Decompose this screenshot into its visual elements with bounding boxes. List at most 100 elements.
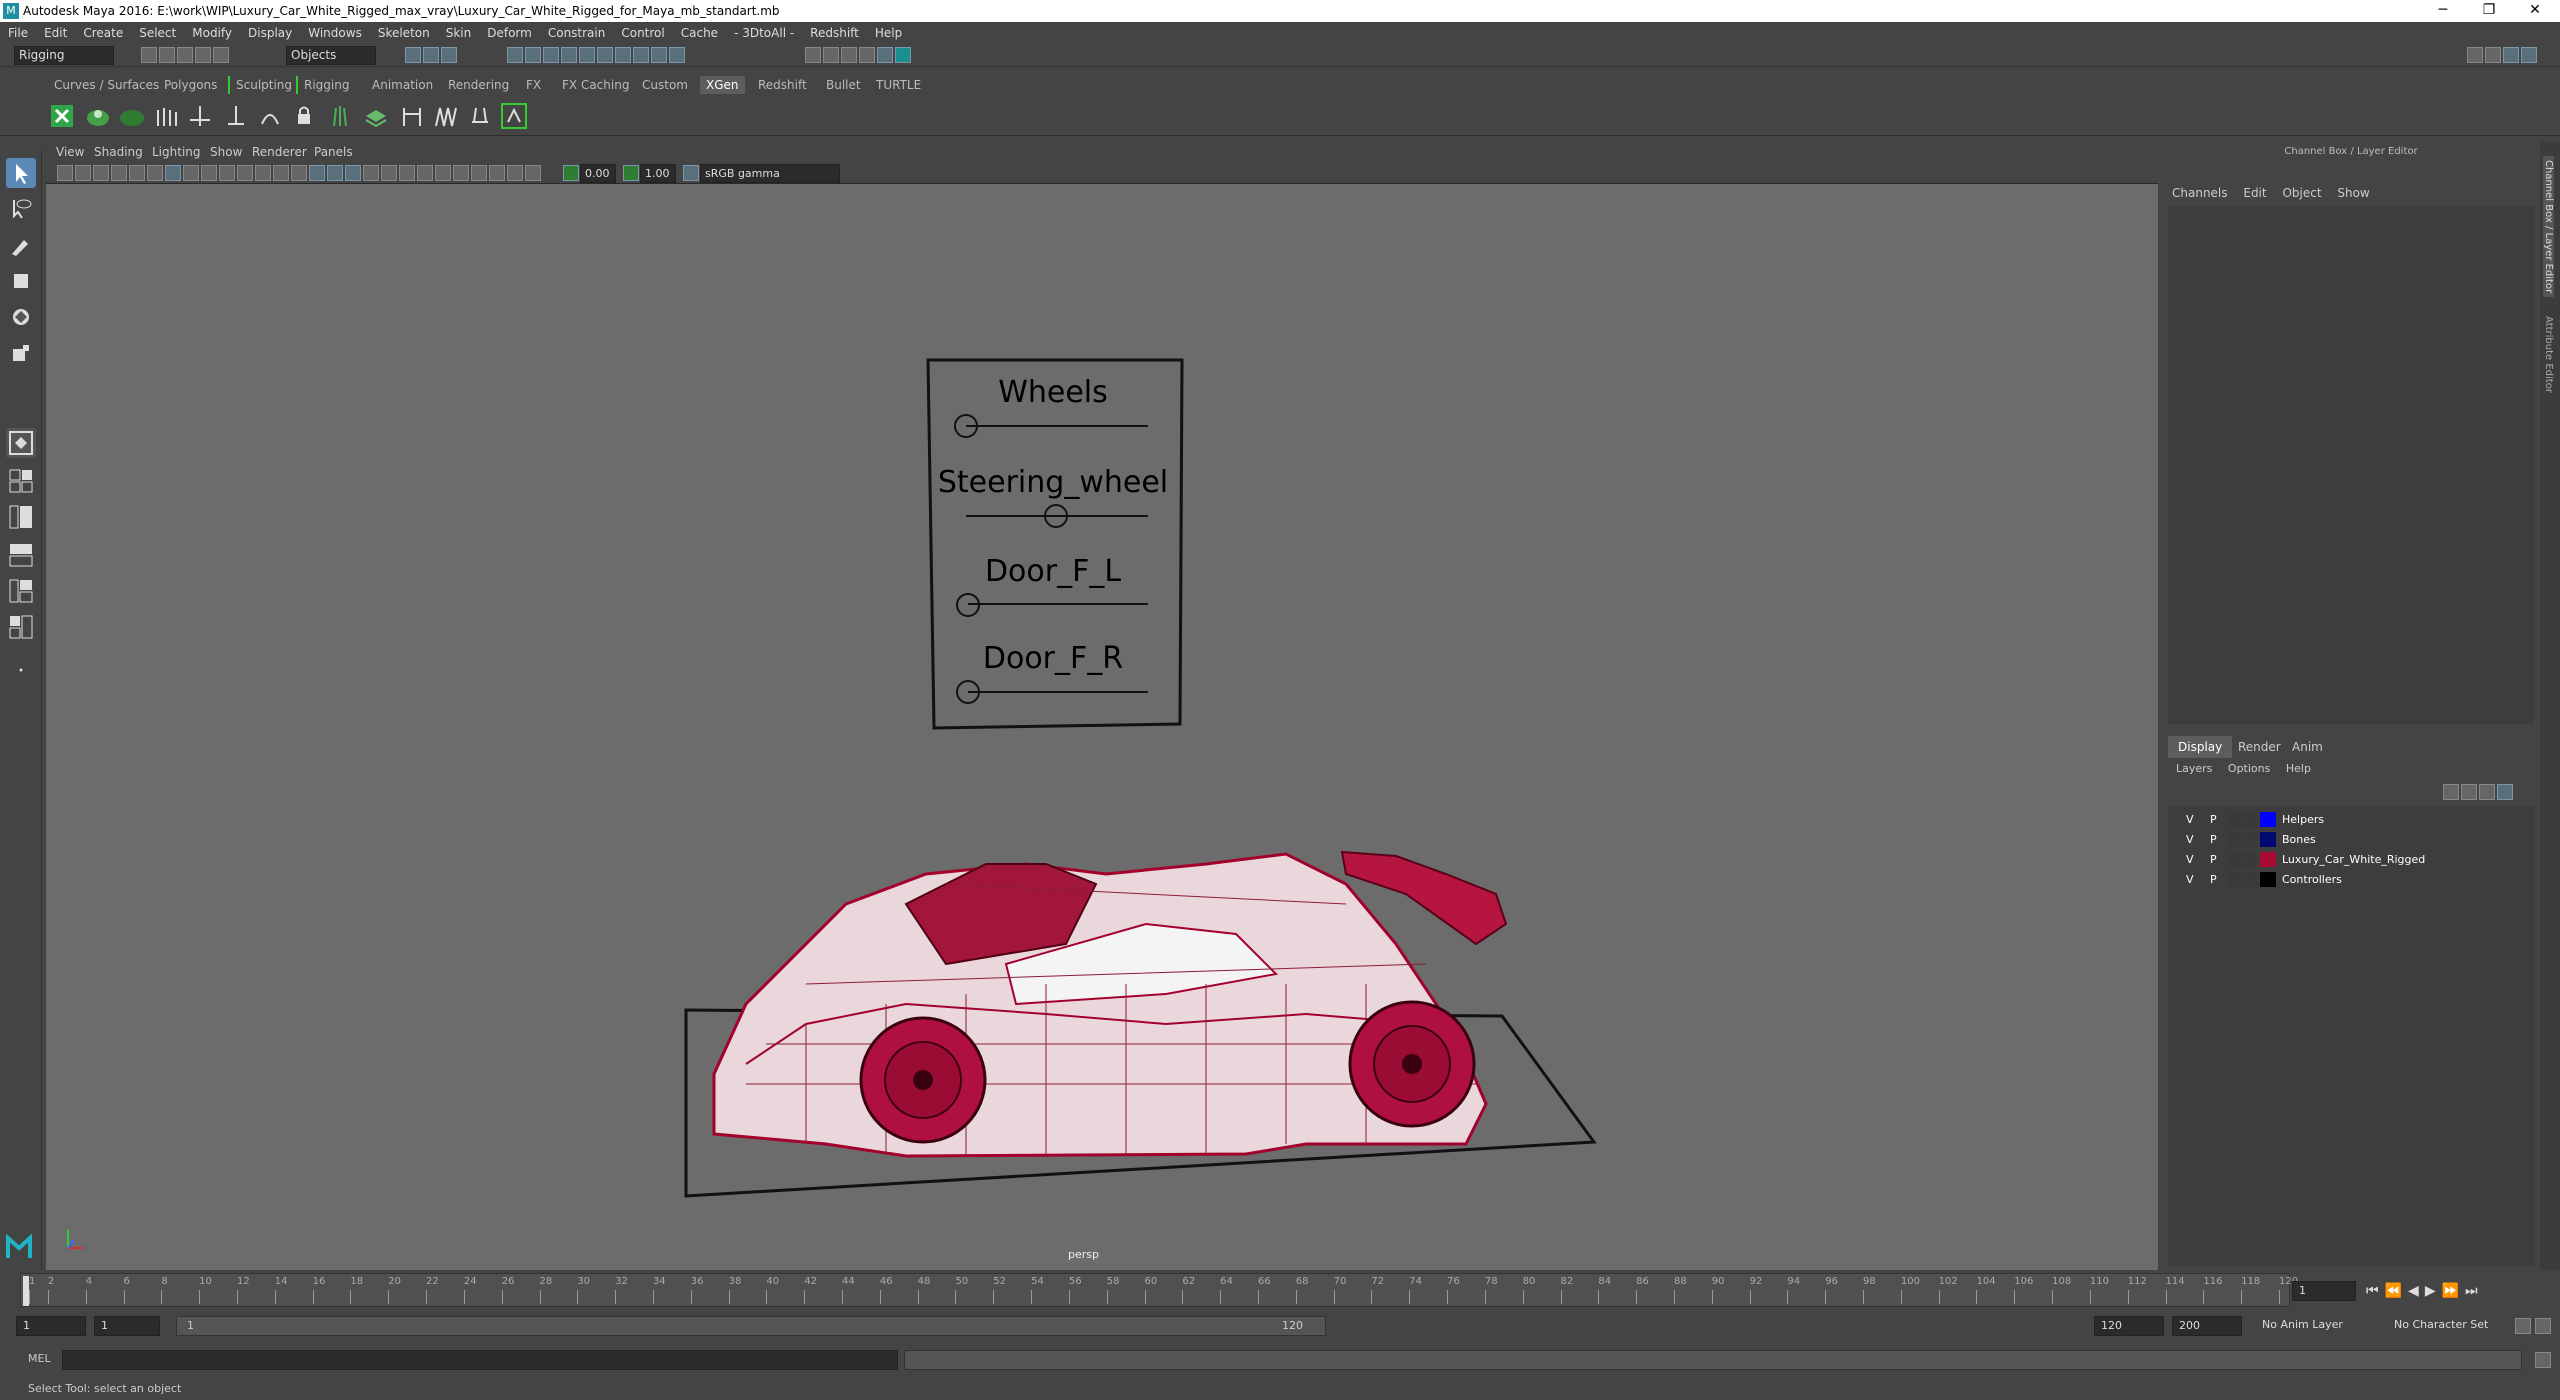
layer-extra-toggle[interactable] <box>2244 812 2258 827</box>
menu-windows[interactable]: Windows <box>300 26 370 40</box>
redshift-icon[interactable] <box>895 47 911 63</box>
script-layout-icon[interactable] <box>6 612 36 642</box>
menu-redshift[interactable]: Redshift <box>802 26 867 40</box>
layer-visibility-toggle[interactable]: V <box>2186 813 2194 826</box>
smooth-shade-icon[interactable] <box>309 165 325 181</box>
tab-fx-caching[interactable]: FX Caching <box>556 76 635 94</box>
gamma-icon[interactable] <box>623 165 639 181</box>
menu-channel-object[interactable]: Object <box>2282 186 2321 200</box>
preferences-icon[interactable] <box>2535 1318 2551 1334</box>
layer-visibility-toggle[interactable]: V <box>2186 833 2194 846</box>
snap-curve-icon[interactable] <box>525 47 541 63</box>
xgen-guide-add-icon[interactable] <box>152 102 180 130</box>
tab-redshift[interactable]: Redshift <box>752 76 813 94</box>
layer-name[interactable]: Luxury_Car_White_Rigged <box>2282 853 2425 866</box>
motion-blur-icon[interactable] <box>417 165 433 181</box>
move-layer-up-icon[interactable] <box>2443 784 2459 800</box>
select-camera-icon[interactable] <box>57 165 73 181</box>
tab-custom[interactable]: Custom <box>636 76 694 94</box>
menu-constrain[interactable]: Constrain <box>540 26 614 40</box>
step-back-key-icon[interactable]: ⏪ <box>2385 1283 2408 1299</box>
menu-channels[interactable]: Channels <box>2172 186 2228 200</box>
toggle-panel-icon[interactable] <box>2467 47 2483 63</box>
view-transform-dropdown[interactable]: sRGB gamma <box>700 164 840 183</box>
snap-plane-icon[interactable] <box>561 47 577 63</box>
film-gate-icon[interactable] <box>183 165 199 181</box>
outliner-icon[interactable] <box>2485 47 2501 63</box>
character-set-dropdown[interactable]: No Character Set <box>2388 1316 2518 1336</box>
two-d-pan-icon[interactable] <box>147 165 163 181</box>
menu-file[interactable]: File <box>0 26 36 40</box>
xgen-grooming-icon[interactable] <box>118 102 146 130</box>
undo-icon[interactable] <box>195 47 211 63</box>
step-back-frame-icon[interactable]: ◀ <box>2408 1283 2425 1299</box>
safe-action-icon[interactable] <box>255 165 271 181</box>
menu-skeleton[interactable]: Skeleton <box>370 26 438 40</box>
layer-color-swatch[interactable] <box>2260 812 2276 827</box>
hypershade-icon[interactable] <box>859 47 875 63</box>
layer-name[interactable]: Controllers <box>2282 873 2342 886</box>
mel-input[interactable] <box>62 1350 898 1370</box>
playback-start-field[interactable]: 1 <box>94 1316 160 1336</box>
layer-name[interactable]: Helpers <box>2282 813 2324 826</box>
ambient-occlusion-icon[interactable] <box>399 165 415 181</box>
single-perspective-view-icon[interactable] <box>6 428 36 458</box>
panel-menu-shading[interactable]: Shading <box>94 145 143 159</box>
wireframe-on-shaded-icon[interactable] <box>327 165 343 181</box>
isolate-select-icon[interactable] <box>471 165 487 181</box>
layer-type-toggle[interactable] <box>2228 852 2242 867</box>
shadows-icon[interactable] <box>381 165 397 181</box>
tab-rendering[interactable]: Rendering <box>442 76 515 94</box>
xgen-guide-length-icon[interactable] <box>222 102 250 130</box>
layer-color-swatch[interactable] <box>2260 852 2276 867</box>
layer-extra-toggle[interactable] <box>2244 872 2258 887</box>
tab-rigging[interactable]: Rigging <box>296 76 355 94</box>
layout-more-icon[interactable] <box>6 650 36 680</box>
time-ruler[interactable]: 1 2 4 6 8 10 12 14 16 18 20 22 24 26 28 30 32 34 36 38 40 42 4… <box>20 1273 2298 1307</box>
rotate-tool-icon[interactable] <box>6 302 36 332</box>
select-hierarchy-icon[interactable] <box>405 47 421 63</box>
move-layer-down-icon[interactable] <box>2461 784 2477 800</box>
xgen-bend-icon[interactable] <box>256 102 284 130</box>
menu-3dtoall[interactable]: - 3DtoAll - <box>726 26 802 40</box>
ipr-icon[interactable] <box>823 47 839 63</box>
anim-layer-dropdown[interactable]: No Anim Layer <box>2256 1316 2376 1336</box>
field-chart-icon[interactable] <box>237 165 253 181</box>
menu-select[interactable]: Select <box>131 26 184 40</box>
layer-type-toggle[interactable] <box>2228 812 2242 827</box>
menu-deform[interactable]: Deform <box>479 26 540 40</box>
output-icon[interactable] <box>669 47 685 63</box>
snap-surface-icon[interactable] <box>579 47 595 63</box>
xgen-layers-icon[interactable] <box>362 102 390 130</box>
scale-tool-icon[interactable] <box>6 338 36 368</box>
current-time-marker[interactable] <box>23 1276 29 1306</box>
go-to-start-icon[interactable]: ⏮ <box>2366 1283 2385 1299</box>
auto-key-icon[interactable] <box>2515 1318 2531 1334</box>
xgen-noise-icon[interactable] <box>432 102 460 130</box>
hypershade-layout-icon[interactable] <box>6 576 36 606</box>
layer-type-toggle[interactable] <box>2228 872 2242 887</box>
redo-icon[interactable] <box>213 47 229 63</box>
symmetry-icon[interactable] <box>615 47 631 63</box>
gate-mask-icon[interactable] <box>219 165 235 181</box>
layer-color-swatch[interactable] <box>2260 832 2276 847</box>
tab-turtle[interactable]: TURTLE <box>870 76 927 94</box>
channel-list[interactable] <box>2168 206 2534 724</box>
new-scene-icon[interactable] <box>141 47 157 63</box>
animation-end-field[interactable]: 200 <box>2172 1316 2242 1336</box>
menu-layer-help[interactable]: Help <box>2286 762 2311 775</box>
menu-help[interactable]: Help <box>867 26 910 40</box>
layer-row[interactable]: V P Helpers <box>2178 810 2534 830</box>
animation-start-field[interactable]: 1 <box>16 1316 86 1336</box>
channel-box-icon[interactable] <box>2521 47 2537 63</box>
script-editor-icon[interactable] <box>2535 1352 2551 1368</box>
xgen-guide-sculpt-icon[interactable] <box>186 102 214 130</box>
layer-playback-toggle[interactable]: P <box>2210 873 2217 886</box>
lasso-tool-icon[interactable] <box>6 194 36 224</box>
snap-point-icon[interactable] <box>543 47 559 63</box>
save-scene-icon[interactable] <box>177 47 193 63</box>
persp-outliner-icon[interactable] <box>6 502 36 532</box>
wireframe-icon[interactable] <box>291 165 307 181</box>
xray-joints-icon[interactable] <box>507 165 523 181</box>
layer-extra-toggle[interactable] <box>2244 852 2258 867</box>
